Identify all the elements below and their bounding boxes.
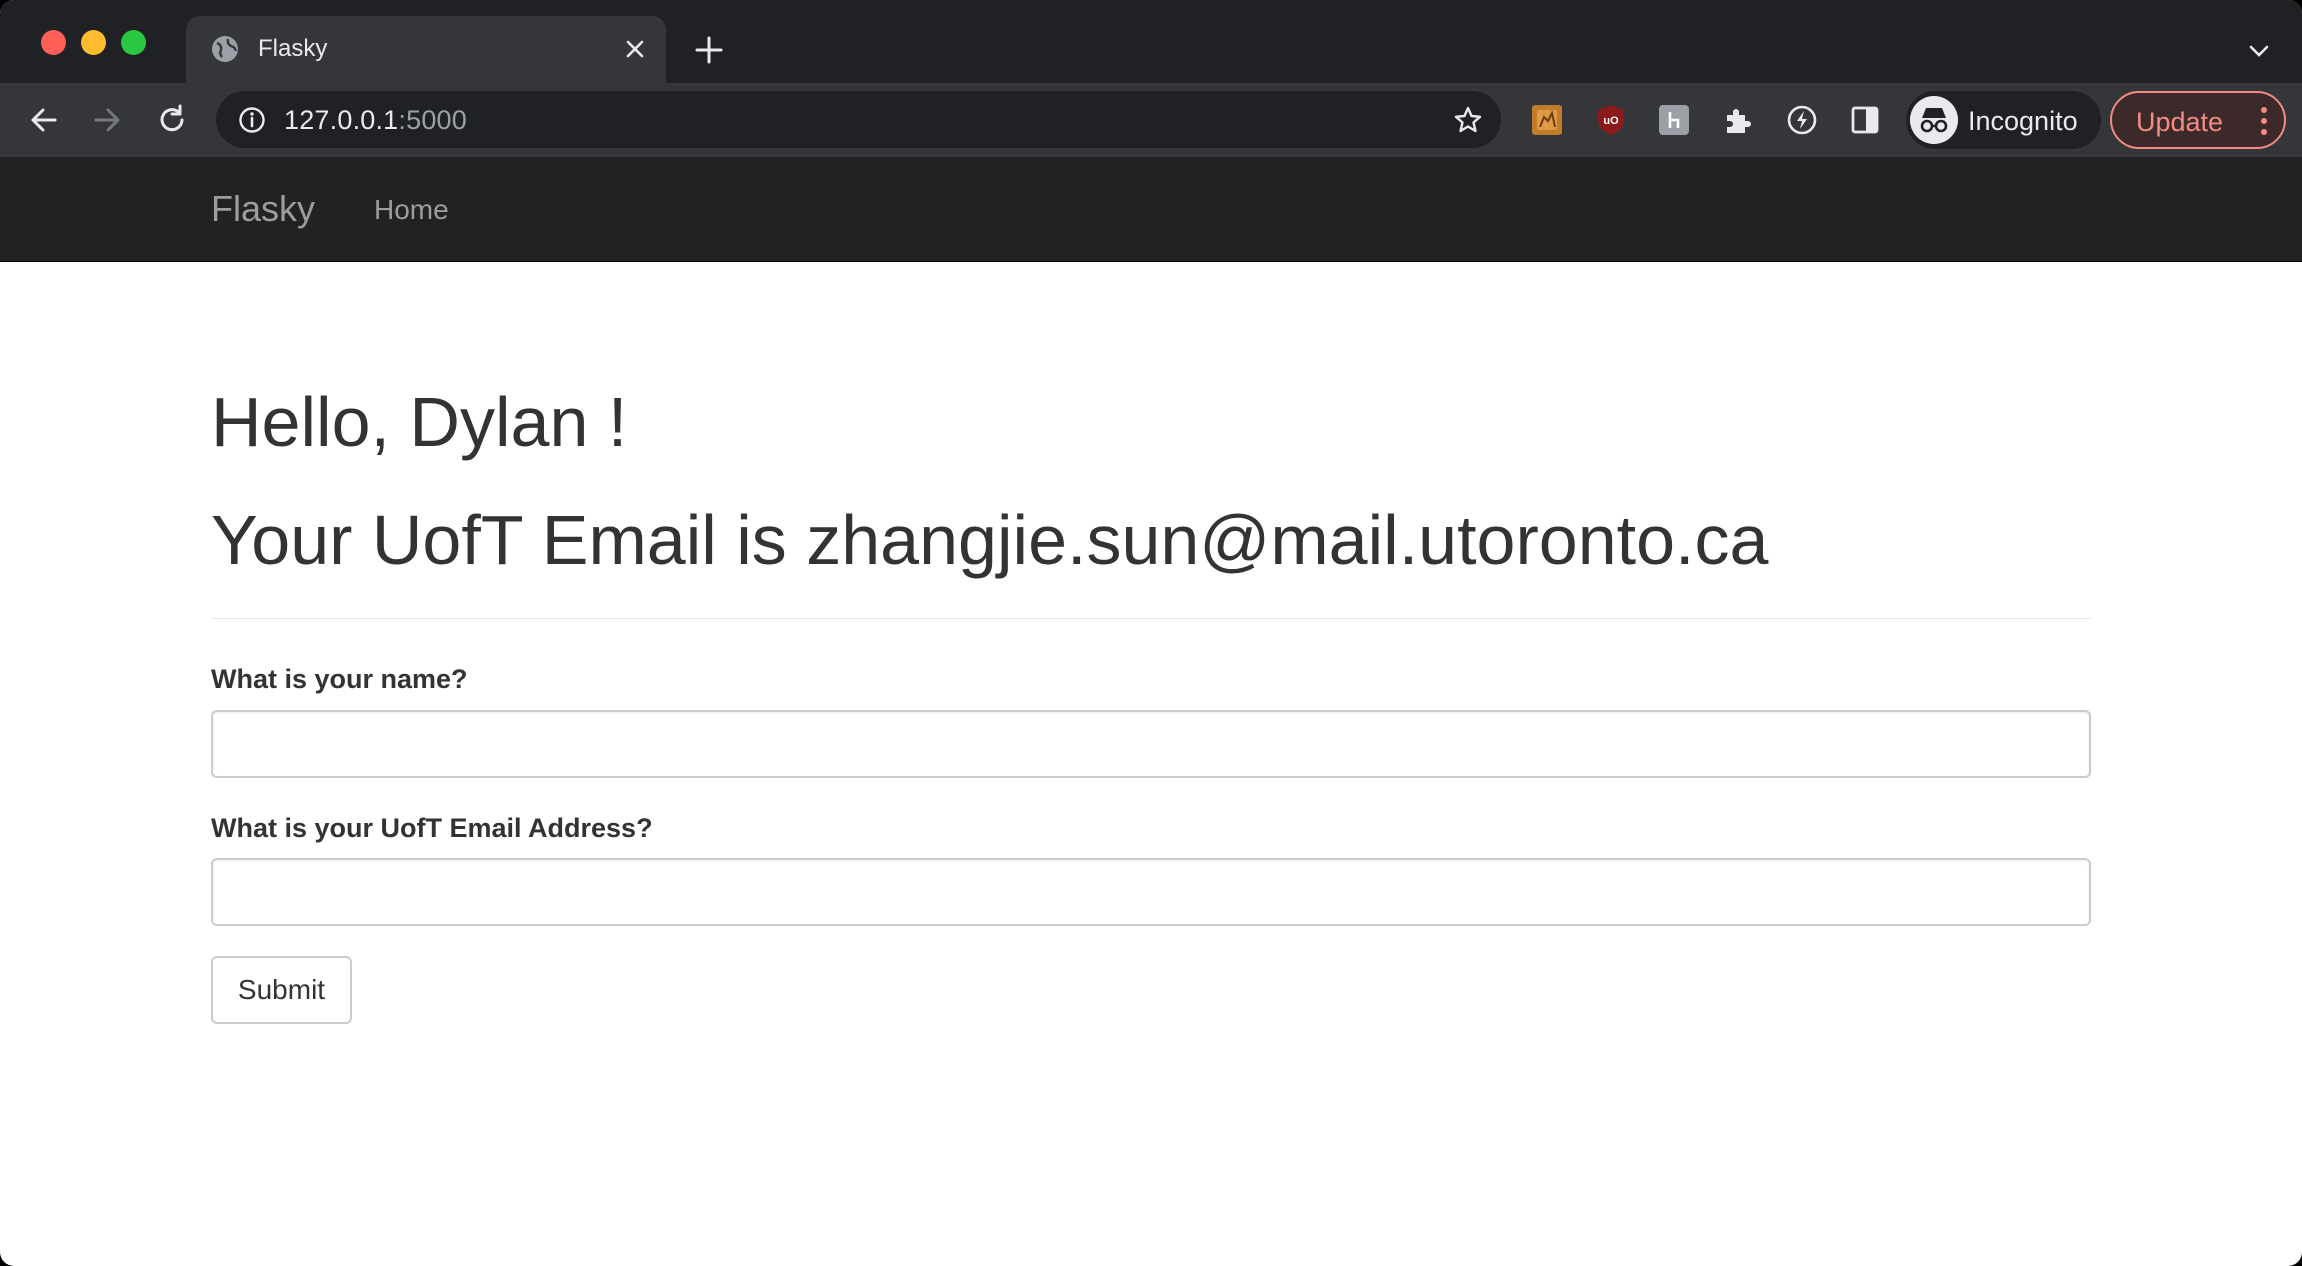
profile-label: Incognito <box>1968 106 2078 136</box>
chevron-down-icon[interactable] <box>2246 38 2272 64</box>
url-port: :5000 <box>398 105 467 135</box>
profile-button[interactable]: Incognito <box>1906 91 2101 149</box>
name-input[interactable] <box>211 710 2091 778</box>
extension-icon[interactable] <box>1530 103 1564 137</box>
nav-link-home[interactable]: Home <box>374 194 449 226</box>
submit-button[interactable]: Submit <box>211 956 352 1024</box>
minimize-window-button[interactable] <box>81 30 106 55</box>
globe-icon <box>212 36 238 62</box>
sidepanel-icon[interactable] <box>1848 103 1882 137</box>
browser-toolbar: 127.0.0.1:5000 uO Incognito Update <box>0 83 2302 157</box>
email-input[interactable] <box>211 858 2091 926</box>
address-bar[interactable]: 127.0.0.1:5000 <box>216 91 1501 148</box>
star-icon[interactable] <box>1453 105 1483 135</box>
update-button[interactable]: Update <box>2110 91 2286 149</box>
url-host: 127.0.0.1 <box>284 105 399 135</box>
close-window-button[interactable] <box>41 30 66 55</box>
back-icon[interactable] <box>27 103 61 137</box>
reload-icon[interactable] <box>155 103 189 137</box>
tab-flasky[interactable]: Flasky <box>186 16 666 83</box>
url-text: 127.0.0.1:5000 <box>284 105 467 136</box>
new-tab-icon[interactable] <box>693 34 725 66</box>
forward-icon[interactable] <box>90 103 124 137</box>
greeting-heading: Hello, Dylan ! <box>211 383 628 461</box>
tab-strip: Flasky <box>0 0 2302 83</box>
lightning-icon[interactable] <box>1785 103 1819 137</box>
email-field-label: What is your UofT Email Address? <box>211 813 653 843</box>
navbar-brand[interactable]: Flasky <box>211 188 315 230</box>
name-field-label: What is your name? <box>211 664 468 694</box>
divider <box>211 618 2091 619</box>
incognito-icon <box>1910 96 1958 144</box>
browser-window: Flasky 127.0.0.1:5000 uO Incognito Updat… <box>0 0 2302 1266</box>
email-heading: Your UofT Email is zhangjie.sun@mail.uto… <box>211 501 1769 579</box>
tab-title: Flasky <box>258 35 328 62</box>
info-icon[interactable] <box>238 106 266 134</box>
more-icon[interactable] <box>2260 107 2268 135</box>
update-label: Update <box>2136 107 2224 137</box>
site-navbar: Flasky Home <box>0 157 2302 262</box>
ublock-icon[interactable]: uO <box>1594 103 1628 137</box>
extension-icon[interactable] <box>1657 103 1691 137</box>
svg-text:uO: uO <box>1603 115 1619 127</box>
zoom-window-button[interactable] <box>121 30 146 55</box>
close-tab-icon[interactable] <box>622 36 648 62</box>
puzzle-icon[interactable] <box>1721 103 1755 137</box>
